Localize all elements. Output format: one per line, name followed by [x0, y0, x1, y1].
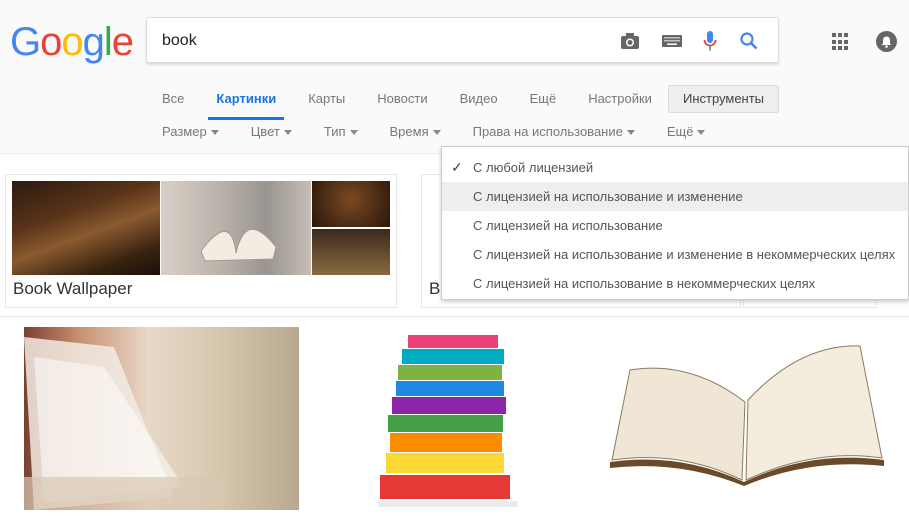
filter-bar: Размер Цвет Тип Время Права на использов… — [162, 124, 737, 139]
tab-images[interactable]: Картинки — [208, 80, 285, 120]
logo-letter: g — [82, 20, 105, 64]
filter-color[interactable]: Цвет — [251, 124, 292, 139]
tab-more[interactable]: Ещё — [530, 80, 557, 120]
google-logo[interactable]: Google — [10, 20, 134, 64]
menu-item-reuse-modify[interactable]: С лицензией на использование и изменение — [442, 182, 908, 211]
tab-maps[interactable]: Карты — [308, 80, 345, 120]
menu-item-reuse-modify-noncommercial[interactable]: С лицензией на использование и изменение… — [442, 240, 908, 269]
menu-item-label: С лицензией на использование — [473, 218, 663, 233]
tools-button[interactable]: Инструменты — [668, 85, 779, 113]
menu-item-reuse[interactable]: С лицензией на использование — [442, 211, 908, 240]
filter-size[interactable]: Размер — [162, 124, 219, 139]
collection-caption: B — [429, 279, 441, 298]
camera-icon[interactable] — [618, 29, 642, 53]
image-result-book-stack[interactable] — [378, 325, 533, 510]
usage-rights-menu: ✓ С любой лицензией С лицензией на испол… — [441, 146, 909, 300]
checkmark-icon: ✓ — [451, 159, 463, 175]
filter-more[interactable]: Ещё — [667, 124, 706, 139]
notifications-bell-icon[interactable] — [876, 31, 897, 52]
filter-label: Тип — [323, 124, 346, 139]
caret-down-icon — [697, 130, 706, 136]
header: Google Все Картинки Карты Новости Видео … — [0, 0, 909, 154]
search-tabs: Все Картинки Карты Новости Видео Ещё Нас… — [162, 80, 684, 120]
search-input[interactable] — [162, 29, 592, 53]
tab-settings[interactable]: Настройки — [588, 80, 652, 120]
filter-label: Время — [389, 124, 429, 139]
logo-letter: o — [40, 20, 62, 64]
logo-letter: G — [10, 20, 41, 64]
logo-letter: l — [103, 20, 113, 64]
filter-label: Права на использование — [472, 124, 623, 139]
image-result-open-book[interactable] — [24, 327, 299, 510]
divider — [0, 316, 909, 317]
book-image-thumbnail[interactable] — [312, 229, 390, 275]
microphone-icon[interactable] — [698, 29, 722, 53]
filter-label: Размер — [162, 124, 207, 139]
filter-type[interactable]: Тип — [324, 124, 358, 139]
tab-video[interactable]: Видео — [460, 80, 498, 120]
collection-caption: Book Wallpaper — [13, 279, 133, 298]
image-result-open-book-white[interactable] — [610, 340, 885, 486]
search-icon[interactable] — [737, 29, 761, 53]
menu-item-label: С лицензией на использование в некоммерч… — [473, 276, 816, 291]
search-box — [146, 17, 779, 63]
filter-time[interactable]: Время — [390, 124, 441, 139]
menu-item-label: С лицензией на использование и изменение… — [473, 247, 896, 262]
caret-down-icon — [432, 130, 441, 136]
menu-item-any-license[interactable]: ✓ С любой лицензией — [442, 153, 908, 182]
caret-down-icon — [349, 130, 358, 136]
filter-usage-rights[interactable]: Права на использование — [473, 124, 635, 139]
filter-label: Ещё — [666, 124, 694, 139]
logo-letter: e — [111, 20, 134, 64]
caret-down-icon — [626, 130, 635, 136]
menu-item-reuse-noncommercial[interactable]: С лицензией на использование в некоммерч… — [442, 269, 908, 298]
tab-news[interactable]: Новости — [377, 80, 427, 120]
caret-down-icon — [210, 130, 219, 136]
logo-letter: o — [61, 20, 83, 64]
book-image-thumbnail[interactable] — [312, 181, 390, 227]
menu-item-label: С лицензией на использование и изменение — [473, 189, 743, 204]
filter-label: Цвет — [250, 124, 280, 139]
keyboard-icon[interactable] — [660, 29, 684, 53]
book-image-thumbnail[interactable] — [161, 181, 311, 275]
apps-grid-icon[interactable] — [832, 33, 850, 51]
caret-down-icon — [283, 130, 292, 136]
book-image-thumbnail[interactable] — [12, 181, 160, 275]
collection-card[interactable]: Book Wallpaper — [5, 174, 397, 308]
menu-item-label: С любой лицензией — [473, 160, 594, 175]
tab-all[interactable]: Все — [162, 80, 184, 120]
